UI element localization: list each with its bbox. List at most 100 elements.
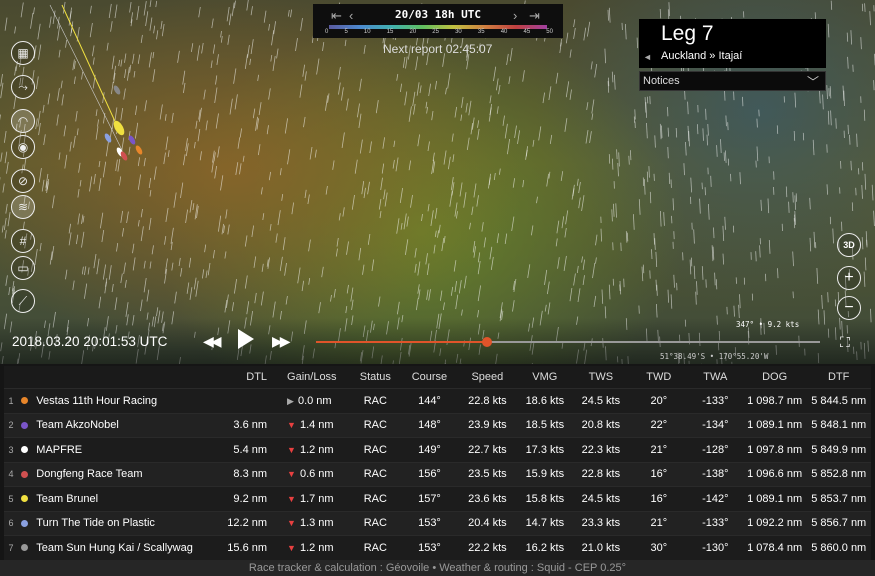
wind-scale-tick: 35 [477,29,485,35]
twd: 22° [650,419,668,432]
twd: 16° [650,492,668,505]
fleet-track [49,4,123,151]
rank: 5 [8,493,14,504]
gain-loss: ▼ 0.6 nm [267,468,349,480]
dtf: 5 844.5 nm [811,394,867,407]
fullscreen-icon[interactable]: ⛶ [840,334,850,351]
view-3d-button[interactable]: 3D [837,233,861,257]
gain-loss-value: 1.2 nm [299,541,334,554]
boat-scallywag[interactable] [112,84,121,95]
route-icon[interactable]: ⤳ [11,75,35,99]
boat-vestas[interactable] [134,144,143,155]
twa: -138° [702,468,729,481]
forecast-datetime: 20/03 18h UTC [394,8,482,21]
rewind-icon[interactable]: ◀◀ [203,333,221,350]
header-twd[interactable]: TWD [630,371,688,383]
notices-label: Notices [643,75,680,87]
leg-prev-icon[interactable]: ◄ [643,52,652,62]
course: 148° [418,419,441,432]
team-name: Team AkzoNobel [36,419,119,432]
table-row[interactable]: 1 Vestas 11th Hour Racing ▶ 0.0 nm RAC 144° 22… [4,388,871,413]
vmg: 15.9 kts [525,468,565,481]
header-dtl[interactable]: DTL [202,371,267,383]
twa: -133° [702,517,729,530]
gain-loss-value: 1.4 nm [299,419,334,432]
header-vmg[interactable]: VMG [518,371,572,383]
table-row[interactable]: 7 Team Sun Hung Kai / Scallywag 15.6 nm ▼ 1.… [4,535,871,560]
zoom-out-button[interactable]: − [837,296,861,320]
leg-title: Leg 7 [661,22,714,45]
boat-icon[interactable]: ◉ [11,135,35,159]
gain-loss-value: 1.7 nm [299,492,334,505]
header-tws[interactable]: TWS [572,371,630,383]
zoom-in-button[interactable]: + [837,266,861,290]
gain-loss-value: 1.3 nm [299,517,334,530]
vmg: 16.2 kts [525,541,565,554]
speed: 23.9 kts [468,419,507,432]
gain-loss-value: 0.0 nm [297,394,332,407]
dtl: 15.6 nm [227,541,268,554]
dog: 1 092.2 nm [747,517,803,530]
wind-scale-ticks: 0 5 10 15 20 25 30 35 40 45 50 [325,29,553,35]
team-color-icon [14,470,37,478]
skip-forward-icon[interactable]: ⇥ [529,8,540,24]
grid-icon[interactable]: # [11,229,35,253]
tws: 24.5 kts [581,492,621,505]
boat-brunel[interactable] [112,119,127,137]
play-icon[interactable] [238,329,254,349]
wind-icon[interactable]: ≋ [11,195,35,219]
status: RAC [363,443,387,456]
timeline-slider[interactable] [316,337,820,347]
speed: 23.6 kts [468,492,507,505]
dtf: 5 852.8 nm [811,468,867,481]
team-name: Team Brunel [36,492,99,505]
chart-icon[interactable]: ⟋ [11,289,35,313]
status: RAC [363,419,387,432]
map-icon[interactable]: ▦ [11,41,35,65]
header-twa[interactable]: TWA [688,371,743,383]
dog: 1 089.1 nm [747,492,803,505]
speed: 20.4 kts [468,517,507,530]
table-row[interactable]: 2 Team AkzoNobel 3.6 nm ▼ 1.4 nm RAC 148° 23.9 … [4,412,871,437]
loss-arrow-icon: ▼ [287,444,296,455]
header-dtf[interactable]: DTF [806,371,871,383]
vmg: 18.6 kts [525,394,565,407]
header-gain-loss[interactable]: Gain/Loss [267,371,349,383]
table-row[interactable]: 4 Dongfeng Race Team 8.3 nm ▼ 0.6 nm RAC 156° 2… [4,461,871,486]
header-course[interactable]: Course [402,371,457,383]
notices-dropdown[interactable]: Notices ﹀ [639,71,826,91]
header-dog[interactable]: DOG [743,371,807,383]
playback-datetime: 2018.03.20 20:01:53 UTC [12,334,168,349]
ruler-icon[interactable]: ▭ [11,256,35,280]
course: 149° [418,443,441,456]
twa: -130° [702,541,729,554]
status: RAC [363,517,387,530]
dtf: 5 860.0 nm [811,541,867,554]
neutral-arrow-icon: ▶ [287,395,294,406]
cursor-coordinates: 51°38.49'S • 170°55.20'W [660,352,769,361]
step-forward-icon[interactable]: › [513,8,517,23]
dtf: 5 848.1 nm [811,419,867,432]
forecast-time-bar: ⇤ ‹ 20/03 18h UTC › ⇥ 0 5 10 15 20 25 30 35 40 45… [313,4,563,38]
cursor-wind-readout: 347° • 9.2 kts [736,320,800,329]
header-speed[interactable]: Speed [457,371,518,383]
twd: 20° [650,394,668,407]
header-status[interactable]: Status [349,371,402,383]
table-row[interactable]: 3 MAPFRE 5.4 nm ▼ 1.2 nm RAC 149° 22.7 kts 17.3 … [4,437,871,462]
timeline-handle[interactable] [482,337,492,347]
loss-arrow-icon: ▼ [287,420,296,431]
boat-akzonobel[interactable] [127,134,136,145]
team-color-icon [14,421,37,429]
track-icon[interactable]: ◠ [11,109,35,133]
table-row[interactable]: 6 Turn The Tide on Plastic 12.2 nm ▼ 1.3 nm R… [4,510,871,535]
wind-off-icon[interactable]: ⊘ [11,169,35,193]
leg-route: Auckland » Itajaí [661,50,743,62]
rank: 2 [8,420,14,431]
table-row[interactable]: 5 Team Brunel 9.2 nm ▼ 1.7 nm RAC 157° 23.6 kts… [4,486,871,511]
team-name: Dongfeng Race Team [36,468,143,481]
boat-turn-the-tide[interactable] [103,132,112,143]
fast-forward-icon[interactable]: ▶▶ [272,333,290,350]
leg-panel[interactable]: Leg 7 ◄ Auckland » Itajaí [639,19,826,68]
dtl: 8.3 nm [233,468,268,481]
status: RAC [363,492,387,505]
